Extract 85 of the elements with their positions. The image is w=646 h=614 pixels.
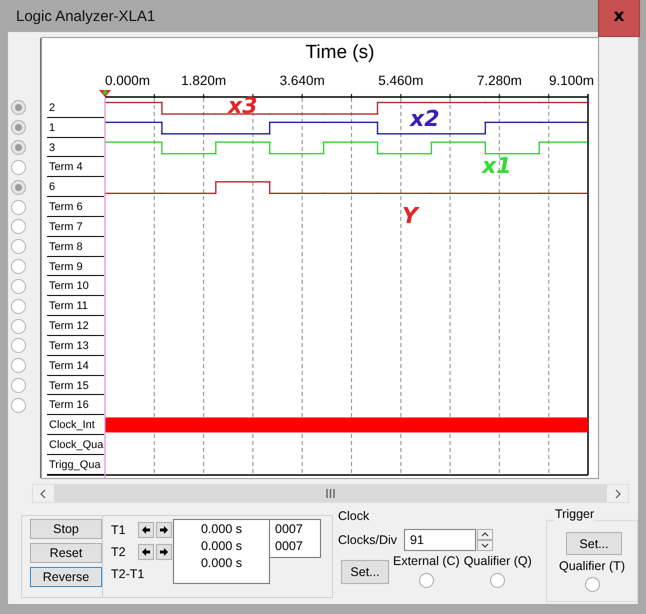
channel-label: Term 4 bbox=[47, 157, 104, 178]
chevron-icon bbox=[40, 489, 46, 498]
close-button[interactable]: x bbox=[598, 0, 640, 37]
channel-radio[interactable] bbox=[11, 378, 26, 393]
handwritten-annotation: x3 bbox=[228, 94, 258, 119]
channel-label: Term 13 bbox=[47, 336, 104, 356]
channel-label: Term 12 bbox=[47, 316, 104, 336]
channel-label: Term 15 bbox=[47, 376, 104, 396]
set-button[interactable]: Set... bbox=[341, 560, 389, 584]
trigger-marker-icon bbox=[99, 90, 111, 97]
section-title: Trigger bbox=[554, 507, 596, 521]
option-label: External (C) bbox=[393, 554, 460, 568]
right-arrow-icon bbox=[160, 526, 168, 534]
qualifier-radio[interactable] bbox=[490, 573, 506, 588]
qualifier-radio[interactable] bbox=[584, 577, 600, 592]
channel-label: Term 10 bbox=[47, 276, 104, 296]
channel-label: Term 9 bbox=[47, 256, 104, 276]
control-button[interactable]: Reverse bbox=[30, 567, 102, 587]
channel-radio[interactable] bbox=[11, 219, 26, 234]
channel-label: 2 bbox=[47, 98, 104, 118]
time-tick-label: 1.820m bbox=[181, 73, 226, 88]
option-label: Qualifier (Q) bbox=[464, 554, 532, 568]
time-value: 0.000 s bbox=[200, 555, 242, 572]
cursor-left-button[interactable] bbox=[138, 544, 154, 560]
channel-radio[interactable] bbox=[11, 358, 26, 374]
scrollbar-thumb[interactable] bbox=[54, 485, 607, 502]
hex-value: 0007 bbox=[275, 521, 304, 538]
channel-label: 3 bbox=[47, 138, 104, 158]
spin-up-button[interactable] bbox=[477, 529, 494, 540]
channel-label: Term 14 bbox=[47, 356, 104, 376]
left-arrow-icon bbox=[142, 548, 150, 556]
hex-value: 0007 bbox=[275, 538, 304, 555]
cursor-left-button[interactable] bbox=[138, 522, 154, 538]
channel-radio[interactable] bbox=[11, 298, 26, 314]
channel-radio[interactable] bbox=[11, 160, 26, 175]
channel-label: 6 bbox=[47, 177, 104, 198]
left-arrow-icon bbox=[142, 526, 150, 534]
channel-radio[interactable] bbox=[11, 140, 26, 156]
channel-label: 1 bbox=[47, 118, 104, 138]
clocks-div-field[interactable]: 91 bbox=[404, 529, 476, 551]
external-radio[interactable] bbox=[418, 573, 434, 588]
spin-down-button[interactable] bbox=[477, 540, 494, 551]
cursor-label: T2 bbox=[111, 545, 127, 559]
channel-radio[interactable] bbox=[11, 338, 26, 354]
channel-label: Term 8 bbox=[47, 236, 104, 257]
time-tick-label: 9.100m bbox=[548, 73, 594, 88]
axis-title: Time (s) bbox=[306, 42, 374, 64]
cursor-right-button[interactable] bbox=[156, 522, 172, 538]
time-value: 0.000 s bbox=[200, 538, 242, 555]
option-label: Qualifier (T) bbox=[559, 559, 625, 573]
channel-radio[interactable] bbox=[11, 100, 26, 116]
handwritten-annotation: x2 bbox=[410, 107, 440, 132]
channel-radio[interactable] bbox=[11, 318, 26, 334]
right-arrow-icon bbox=[160, 548, 168, 556]
channel-radio[interactable] bbox=[11, 120, 26, 136]
time-tick-label: 5.460m bbox=[378, 73, 424, 88]
handwritten-annotation: Y bbox=[402, 204, 418, 229]
cursor-label: T1 bbox=[111, 523, 127, 537]
channel-radio[interactable] bbox=[11, 398, 26, 413]
channel-label: Clock_Qua bbox=[47, 435, 104, 455]
cursor-right-button[interactable] bbox=[156, 544, 172, 560]
control-button[interactable]: Reset bbox=[30, 543, 102, 563]
channel-radio[interactable] bbox=[11, 259, 26, 274]
channel-label: Term 11 bbox=[47, 296, 104, 316]
cursor-label: T2-T1 bbox=[111, 567, 144, 581]
channel-label: Term 6 bbox=[47, 197, 104, 217]
section-title: Clock bbox=[338, 509, 370, 524]
channel-label: Trigg_Qua bbox=[47, 454, 104, 475]
handwritten-annotation: x1 bbox=[482, 154, 512, 179]
field-label: Clocks/Div bbox=[338, 533, 398, 547]
time-tick-label: 3.640m bbox=[280, 73, 325, 88]
channel-label: Term 7 bbox=[47, 216, 104, 237]
window-title: Logic Analyzer-XLA1 bbox=[16, 8, 156, 25]
set-button[interactable]: Set... bbox=[566, 532, 622, 555]
channel-radio[interactable] bbox=[11, 180, 26, 195]
channel-label: Term 16 bbox=[47, 395, 104, 416]
time-tick-label: 0.000m bbox=[105, 73, 150, 88]
chevron-icon bbox=[616, 489, 621, 498]
channel-radio[interactable] bbox=[11, 239, 26, 254]
control-button[interactable]: Stop bbox=[30, 519, 102, 539]
channel-label: Clock_Int bbox=[47, 415, 104, 436]
channel-radio[interactable] bbox=[11, 200, 26, 215]
channel-radio[interactable] bbox=[11, 278, 26, 294]
time-tick-label: 7.280m bbox=[476, 73, 522, 88]
time-value: 0.000 s bbox=[200, 521, 242, 538]
